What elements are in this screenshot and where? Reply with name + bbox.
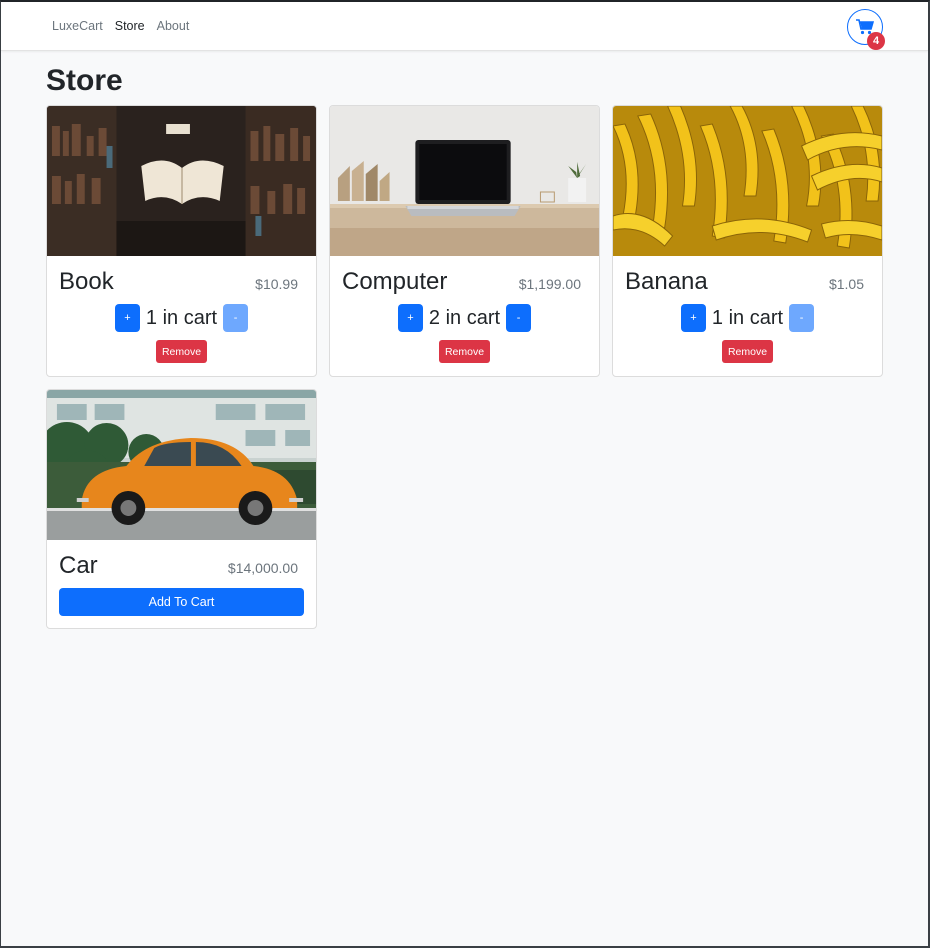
card-body: Computer $1,199.00 + 2 in cart - Remove xyxy=(330,256,599,375)
remove-button[interactable]: Remove xyxy=(155,340,208,363)
card-body: Car $14,000.00 Add To Cart xyxy=(47,540,316,628)
product-card-car: Car $14,000.00 Add To Cart xyxy=(46,389,317,629)
remove-button[interactable]: Remove xyxy=(721,340,774,363)
card-body: Banana $1.05 + 1 in cart - Remove xyxy=(613,256,882,375)
quantity-in-cart: 2 in cart xyxy=(428,306,501,329)
quantity-controls: + 1 in cart - xyxy=(59,304,304,332)
product-grid: Book $10.99 + 1 in cart - Remove Compute… xyxy=(46,105,884,629)
brand-link[interactable]: LuxeCart xyxy=(52,19,103,33)
increase-quantity-button[interactable]: + xyxy=(680,304,706,332)
product-price: $14,000.00 xyxy=(227,560,298,576)
decrease-quantity-button[interactable]: - xyxy=(223,304,249,332)
quantity-in-cart: 1 in cart xyxy=(145,306,218,329)
product-name: Book xyxy=(59,268,114,295)
card-header: Banana $1.05 xyxy=(625,268,870,296)
product-price: $1.05 xyxy=(828,276,864,292)
nav-links: LuxeCart Store About xyxy=(52,19,189,33)
orange-beetle-car-image xyxy=(47,390,316,540)
product-card-computer: Computer $1,199.00 + 2 in cart - Remove xyxy=(329,105,600,377)
decrease-quantity-button[interactable]: - xyxy=(506,304,532,332)
product-price: $10.99 xyxy=(255,276,298,292)
card-header: Book $10.99 xyxy=(59,268,304,296)
nav-link-about[interactable]: About xyxy=(157,19,190,33)
laptop-on-desk-image xyxy=(330,106,599,256)
card-header: Computer $1,199.00 xyxy=(342,268,587,296)
bananas-image xyxy=(613,106,882,256)
decrease-quantity-button[interactable]: - xyxy=(789,304,815,332)
product-name: Computer xyxy=(342,268,448,295)
product-card-banana: Banana $1.05 + 1 in cart - Remove xyxy=(612,105,883,377)
card-header: Car $14,000.00 xyxy=(59,552,304,580)
cart-count-badge: 4 xyxy=(867,32,885,50)
card-body: Book $10.99 + 1 in cart - Remove xyxy=(47,256,316,375)
product-price: $1,199.00 xyxy=(518,276,581,292)
quantity-controls: + 1 in cart - xyxy=(625,304,870,332)
add-to-cart-button[interactable]: Add To Cart xyxy=(59,588,304,616)
remove-button[interactable]: Remove xyxy=(438,340,491,363)
quantity-controls: + 2 in cart - xyxy=(342,304,587,332)
nav-link-store[interactable]: Store xyxy=(115,19,145,33)
remove-row: Remove xyxy=(342,340,587,363)
increase-quantity-button[interactable]: + xyxy=(397,304,423,332)
increase-quantity-button[interactable]: + xyxy=(114,304,140,332)
remove-row: Remove xyxy=(59,340,304,363)
page-title: Store xyxy=(46,64,123,97)
quantity-in-cart: 1 in cart xyxy=(711,306,784,329)
product-name: Banana xyxy=(625,268,708,295)
open-book-library-image xyxy=(47,106,316,256)
top-navbar: LuxeCart Store About 4 xyxy=(1,2,928,51)
remove-row: Remove xyxy=(625,340,870,363)
product-name: Car xyxy=(59,552,98,579)
product-card-book: Book $10.99 + 1 in cart - Remove xyxy=(46,105,317,377)
